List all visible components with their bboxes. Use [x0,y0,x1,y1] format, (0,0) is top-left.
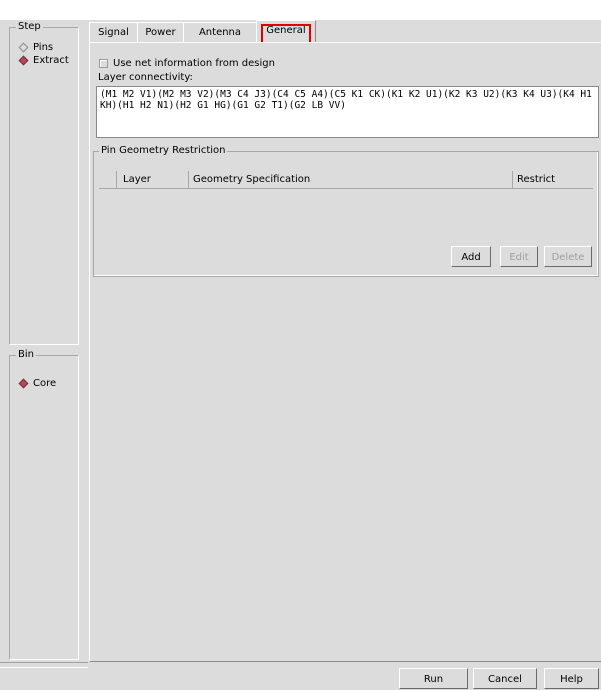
tab-power[interactable]: Power [137,22,184,43]
layer-connectivity-field[interactable]: (M1 M2 V1)(M2 M3 V2)(M3 C4 J3)(C4 C5 A4)… [96,86,599,138]
row-header-cell [99,171,117,188]
step-option-pins[interactable]: Pins [18,42,53,53]
help-button[interactable]: Help [544,668,599,689]
tab-signal[interactable]: Signal [89,22,138,43]
tab-antenna[interactable]: Antenna [183,22,257,43]
use-net-info-label: Use net information from design [113,58,275,69]
tab-signal-label: Signal [98,27,129,38]
add-button[interactable]: Add [451,246,491,267]
checkbox-icon [99,59,108,68]
step-group: Step Pins Extract [9,21,79,345]
cancel-button[interactable]: Cancel [473,668,537,689]
column-header-geometry-spec[interactable]: Geometry Specification [189,171,513,188]
step-option-pins-label: Pins [33,42,54,53]
step-option-extract-label: Extract [33,55,69,66]
tab-bar: Signal Power Antenna General [89,20,601,44]
general-panel: Use net information from design Layer co… [89,42,601,662]
column-header-layer[interactable]: Layer [117,171,189,188]
dialog-footer: Run Cancel Help [0,667,601,690]
tab-antenna-label: Antenna [198,27,242,38]
tab-power-label: Power [145,27,176,38]
radio-selected-icon [18,378,29,389]
dialog-window: Step Pins Extract Bin Core Signal Power … [0,20,601,690]
radio-selected-icon [18,55,29,66]
delete-button[interactable]: Delete [544,246,592,267]
tab-general-label: General [266,25,306,36]
run-button[interactable]: Run [399,668,468,689]
pin-geometry-group: Pin Geometry Restriction Layer Geometry … [93,145,599,277]
bin-group: Bin Core [9,349,79,660]
pin-geometry-table-header: Layer Geometry Specification Restrict [99,171,593,189]
bin-option-core-label: Core [33,378,57,389]
bin-option-core[interactable]: Core [18,378,56,389]
edit-button[interactable]: Edit [500,246,538,267]
tab-general[interactable]: General [256,20,316,43]
layer-connectivity-label: Layer connectivity: [98,72,193,83]
bin-group-title: Bin [16,349,36,361]
step-group-title: Step [16,21,43,33]
column-header-restrict[interactable]: Restrict [513,171,585,188]
radio-unselected-icon [18,42,29,53]
step-option-extract[interactable]: Extract [18,55,69,66]
pin-geometry-title: Pin Geometry Restriction [99,145,228,157]
use-net-info-checkbox[interactable]: Use net information from design [99,58,275,69]
